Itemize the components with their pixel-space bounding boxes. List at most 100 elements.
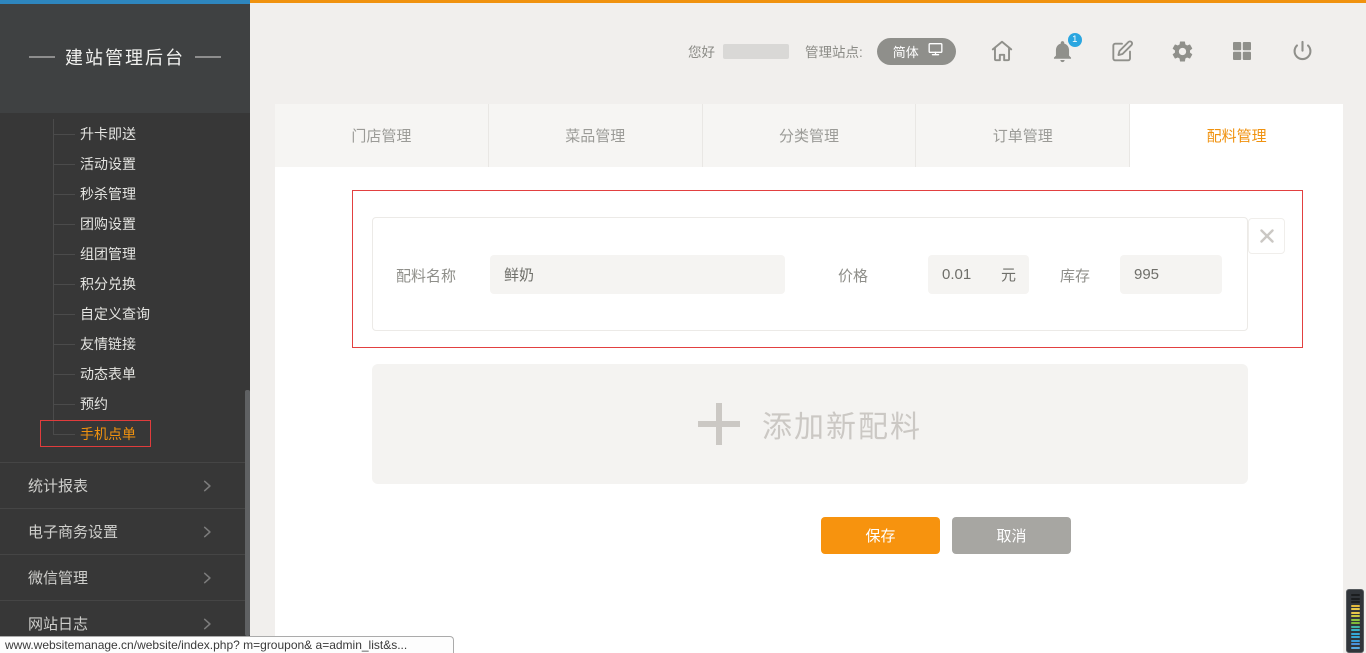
sidebar-item-label: 动态表单: [80, 364, 136, 384]
remove-ingredient-button[interactable]: [1248, 218, 1285, 254]
tab-1[interactable]: 门店管理: [275, 104, 489, 167]
notifications-button[interactable]: 1: [1049, 38, 1076, 65]
sidebar-item-label: 团购设置: [80, 214, 136, 234]
tree-tick: [53, 134, 75, 135]
chevron-right-icon: [200, 479, 214, 493]
tree-tick: [53, 434, 75, 435]
language-label: 简体: [893, 42, 919, 61]
sidebar-item-4[interactable]: 团购设置: [0, 209, 250, 239]
home-button[interactable]: [989, 38, 1016, 65]
sidebar-item-label: 组团管理: [80, 244, 136, 264]
browser-status-tooltip: www.websitemanage.cn/website/index.php? …: [0, 636, 454, 653]
widget-stripe: [1351, 601, 1360, 603]
sidebar-item-label: 秒杀管理: [80, 184, 136, 204]
stock-input[interactable]: [1120, 255, 1222, 294]
sidebar-item-8[interactable]: 友情链接: [0, 329, 250, 359]
manage-site-label: 管理站点:: [805, 41, 863, 61]
tree-tick: [53, 404, 75, 405]
chevron-right-icon: [200, 525, 214, 539]
tree-tick: [53, 194, 75, 195]
greeting-label: 您好: [688, 41, 715, 61]
widget-stripe: [1351, 598, 1360, 600]
tab-5-active[interactable]: 配料管理: [1130, 104, 1343, 167]
chevron-right-icon: [200, 617, 214, 631]
status-url: www.websitemanage.cn/website/index.php? …: [5, 638, 407, 652]
section-label: 微信管理: [28, 567, 88, 588]
tab-label: 分类管理: [779, 125, 839, 146]
language-site-button[interactable]: 简体: [877, 38, 956, 65]
tab-3[interactable]: 分类管理: [703, 104, 917, 167]
tree-tick: [53, 344, 75, 345]
widget-stripe: [1351, 615, 1360, 617]
tab-label: 菜品管理: [565, 125, 625, 146]
compose-button[interactable]: [1109, 38, 1136, 65]
sidebar-item-6[interactable]: 积分兑换: [0, 269, 250, 299]
widget-stripe: [1351, 612, 1360, 614]
sidebar-item-label: 友情链接: [80, 334, 136, 354]
price-label: 价格: [838, 218, 868, 332]
ingredient-card: 配料名称 价格 元 库存: [372, 217, 1248, 331]
sidebar-item-label: 活动设置: [80, 154, 136, 174]
sidebar-item-11-active[interactable]: 手机点单: [0, 419, 250, 449]
widget-stripe: [1351, 608, 1360, 610]
sidebar-sections: 统计报表电子商务设置微信管理网站日志: [0, 462, 250, 646]
sidebar-top-accent: [0, 0, 250, 4]
widget-stripe: [1351, 594, 1360, 596]
brand-dash-left: [29, 56, 55, 58]
tree-tick: [53, 254, 75, 255]
sidebar-submenu: 升卡即送活动设置秒杀管理团购设置组团管理积分兑换自定义查询友情链接动态表单预约手…: [0, 119, 250, 450]
tree-tick: [53, 164, 75, 165]
app-logo: 建站管理后台: [29, 44, 221, 70]
sidebar-item-5[interactable]: 组团管理: [0, 239, 250, 269]
add-ingredient-label: 添加新配料: [762, 402, 922, 446]
sidebar-item-label: 自定义查询: [80, 304, 150, 324]
sidebar-item-7[interactable]: 自定义查询: [0, 299, 250, 329]
tab-label: 门店管理: [351, 125, 411, 146]
content-top-accent: [250, 0, 1366, 3]
notification-badge: 1: [1068, 33, 1082, 47]
app-title: 建站管理后台: [65, 44, 185, 70]
ingredient-name-label: 配料名称: [396, 218, 456, 332]
sidebar-section-3[interactable]: 微信管理: [0, 554, 250, 600]
widget-stripe: [1351, 619, 1360, 621]
brand-dash-right: [195, 56, 221, 58]
widget-stripe: [1351, 626, 1360, 628]
home-icon: [989, 38, 1015, 64]
sidebar-item-2[interactable]: 活动设置: [0, 149, 250, 179]
header-bar: 您好 管理站点: 简体 1: [688, 36, 1316, 66]
section-label: 网站日志: [28, 613, 88, 634]
add-ingredient-button[interactable]: 添加新配料: [372, 364, 1248, 484]
sidebar-item-1[interactable]: 升卡即送: [0, 119, 250, 149]
price-unit-label: 元: [1001, 255, 1016, 294]
edit-icon: [1110, 39, 1135, 64]
scroll-marker-widget[interactable]: [1346, 589, 1364, 653]
sidebar-item-9[interactable]: 动态表单: [0, 359, 250, 389]
sidebar-section-2[interactable]: 电子商务设置: [0, 508, 250, 554]
gear-icon: [1170, 39, 1195, 64]
close-icon: [1258, 227, 1276, 245]
tree-tick: [53, 314, 75, 315]
sidebar-item-label: 预约: [80, 394, 108, 414]
power-icon: [1290, 39, 1315, 64]
sidebar-item-label: 积分兑换: [80, 274, 136, 294]
sidebar: 建站管理后台 升卡即送活动设置秒杀管理团购设置组团管理积分兑换自定义查询友情链接…: [0, 0, 250, 653]
sidebar-header: 建站管理后台: [0, 0, 250, 113]
cancel-button[interactable]: 取消: [952, 517, 1071, 554]
sidebar-item-10[interactable]: 预约: [0, 389, 250, 419]
settings-button[interactable]: [1169, 38, 1196, 65]
widget-stripe: [1351, 622, 1360, 624]
ingredient-name-input[interactable]: [490, 255, 785, 294]
sidebar-section-1[interactable]: 统计报表: [0, 462, 250, 508]
tab-4[interactable]: 订单管理: [916, 104, 1130, 167]
logout-button[interactable]: [1289, 38, 1316, 65]
tab-2[interactable]: 菜品管理: [489, 104, 703, 167]
tab-label: 配料管理: [1207, 125, 1267, 146]
main-content: 门店管理菜品管理分类管理订单管理配料管理 配料名称 价格 元 库存 添加新配料 …: [275, 104, 1343, 653]
sidebar-scrollbar[interactable]: [245, 390, 250, 636]
widget-stripe: [1351, 629, 1360, 631]
sidebar-item-3[interactable]: 秒杀管理: [0, 179, 250, 209]
widget-stripe: [1351, 636, 1360, 638]
save-button[interactable]: 保存: [821, 517, 940, 554]
apps-button[interactable]: [1229, 38, 1256, 65]
username-redacted: [723, 44, 789, 59]
